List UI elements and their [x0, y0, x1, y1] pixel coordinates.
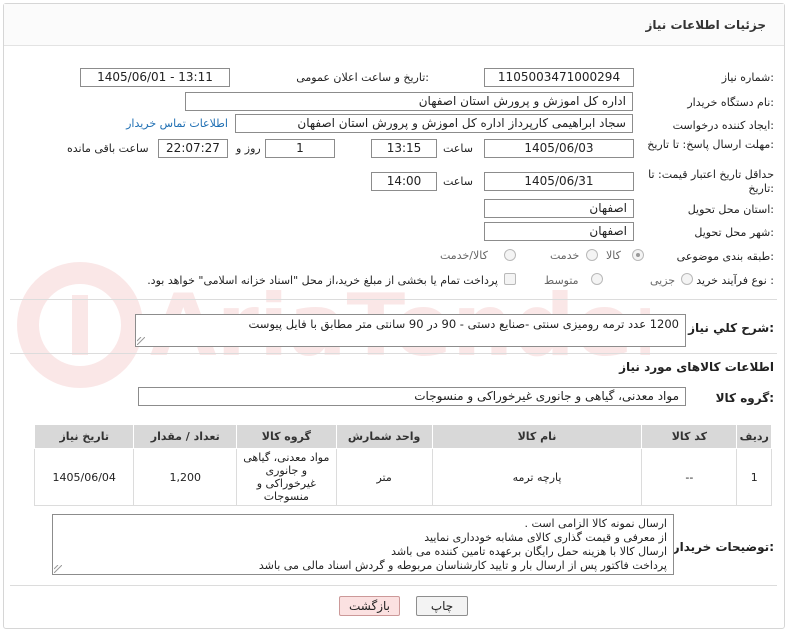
- reply-date-field[interactable]: 1405/06/03: [484, 139, 634, 158]
- cell-name: پارچه ترمه: [431, 448, 643, 506]
- goods-group-field[interactable]: مواد معدنی، گیاهی و جانوری غیرخوراکی و م…: [138, 387, 686, 406]
- delivery-city-label: شهر محل تحویل:: [694, 226, 774, 239]
- general-desc-textarea[interactable]: 1200 عدد ترمه رومیزی سنتی -صنایع دستی - …: [135, 314, 686, 347]
- subject-radio-service[interactable]: [586, 249, 598, 261]
- price-validity-label: حداقل تاریخ اعتبار قیمت: تا تاریخ:: [648, 168, 774, 195]
- panel-title: جزئیات اطلاعات نیاز: [645, 18, 766, 32]
- subject-option-goods: کالا: [606, 249, 621, 262]
- divider: [10, 353, 777, 354]
- panel-header: جزئیات اطلاعات نیاز: [4, 4, 784, 46]
- delivery-province-label: استان محل تحویل:: [687, 203, 774, 216]
- payment-note: پرداخت تمام یا بخشی از مبلغ خرید،از محل …: [147, 274, 498, 287]
- note-line: ارسال کالا با هزینه حمل رایگان برعهده تا…: [391, 545, 667, 558]
- back-button[interactable]: بازگشت: [339, 596, 400, 616]
- day-and-label: روز و: [236, 142, 261, 155]
- resize-handle-icon[interactable]: [54, 565, 62, 573]
- requester-label: ایجاد کننده درخواست:: [672, 119, 774, 132]
- table-header-row: ردیف کد کالا نام کالا واحد شمارش گروه کا…: [33, 424, 772, 449]
- purchase-option-minor: جزیی: [650, 274, 676, 287]
- cell-row-num: 1: [736, 448, 772, 506]
- col-header-code: کد کالا: [641, 424, 738, 449]
- remaining-time-label: ساعت باقی مانده: [67, 142, 149, 155]
- buyer-org-field[interactable]: اداره کل اموزش و پرورش استان اصفهان: [185, 92, 633, 111]
- purchase-option-medium: متوسط: [544, 274, 579, 287]
- subject-radio-goods-service[interactable]: [504, 249, 516, 261]
- general-desc-label: شرح کلي نياز:: [688, 321, 774, 335]
- cell-quantity: 1,200: [133, 448, 238, 506]
- requester-field[interactable]: سجاد ابراهیمی کارپرداز اداره کل اموزش و …: [235, 114, 633, 133]
- subject-option-goods-service: کالا/خدمت: [440, 249, 488, 262]
- cell-code: --: [641, 448, 738, 506]
- buyer-org-label: نام دستگاه خریدار:: [687, 96, 774, 109]
- cell-unit: متر: [335, 448, 433, 506]
- table-row[interactable]: 1 -- پارچه ترمه متر مواد معدنی، گیاهی و …: [33, 448, 772, 506]
- buyer-notes-textarea[interactable]: ارسال نمونه کالا الزامی است . از معرفی و…: [52, 514, 674, 575]
- resize-handle-icon[interactable]: [137, 337, 145, 345]
- divider: [10, 585, 777, 586]
- validity-date-field[interactable]: 1405/06/31: [484, 172, 634, 191]
- col-header-quantity: تعداد / مقدار: [133, 424, 238, 449]
- need-number-field[interactable]: 1105003471000294: [484, 68, 634, 87]
- city-field[interactable]: اصفهان: [484, 222, 634, 241]
- purchase-radio-medium[interactable]: [591, 273, 603, 285]
- reply-time-field[interactable]: 13:15: [371, 139, 437, 158]
- cell-need-date: 1405/06/04: [33, 448, 135, 506]
- remaining-clock-field[interactable]: 22:07:27: [158, 139, 228, 158]
- print-button[interactable]: چاپ: [416, 596, 468, 616]
- col-header-row-num: ردیف: [736, 424, 772, 449]
- reply-deadline-label: مهلت ارسال پاسخ: تا تاریخ:: [647, 138, 774, 151]
- announce-datetime-field[interactable]: 1405/06/01 - 13:11: [80, 68, 230, 87]
- goods-group-label: گروه کالا:: [715, 391, 774, 405]
- goods-info-heading: اطلاعات کالاهای مورد نیاز: [619, 360, 774, 374]
- divider: [10, 299, 777, 300]
- note-line: از معرفی و قیمت گذاری کالای مشابه خوددار…: [424, 531, 667, 544]
- reply-time-label: ساعت: [443, 142, 473, 155]
- purchase-type-label: نوع فرآیند خرید :: [696, 274, 774, 287]
- note-line: پرداخت فاکتور پس از ارسال بار و تایید کا…: [258, 559, 667, 572]
- validity-time-label: ساعت: [443, 175, 473, 188]
- province-field[interactable]: اصفهان: [484, 199, 634, 218]
- col-header-unit: واحد شمارش: [335, 424, 433, 449]
- remaining-days-field[interactable]: 1: [265, 139, 335, 158]
- col-header-name: نام کالا: [431, 424, 643, 449]
- announce-datetime-label: تاریخ و ساعت اعلان عمومی:: [296, 71, 429, 84]
- note-line: ارسال نمونه کالا الزامی است .: [524, 517, 667, 530]
- subject-option-service: خدمت: [550, 249, 580, 262]
- validity-time-field[interactable]: 14:00: [371, 172, 437, 191]
- subject-radio-goods[interactable]: [632, 249, 644, 261]
- col-header-need-date: تاریخ نیاز: [33, 424, 135, 449]
- treasury-payment-checkbox[interactable]: [504, 273, 516, 285]
- subject-category-label: طبقه بندی موضوعی:: [676, 250, 774, 263]
- col-header-group: گروه کالا: [236, 424, 337, 449]
- cell-group: مواد معدنی، گیاهی و جانوری غیرخوراکی و م…: [236, 448, 337, 506]
- need-number-label: شماره نیاز:: [721, 71, 774, 84]
- buyer-contact-link[interactable]: اطلاعات تماس خریدار: [126, 117, 228, 130]
- buyer-notes-label: توضیحات خریدار:: [672, 540, 774, 554]
- items-table: ردیف کد کالا نام کالا واحد شمارش گروه کا…: [33, 424, 772, 506]
- purchase-radio-minor[interactable]: [681, 273, 693, 285]
